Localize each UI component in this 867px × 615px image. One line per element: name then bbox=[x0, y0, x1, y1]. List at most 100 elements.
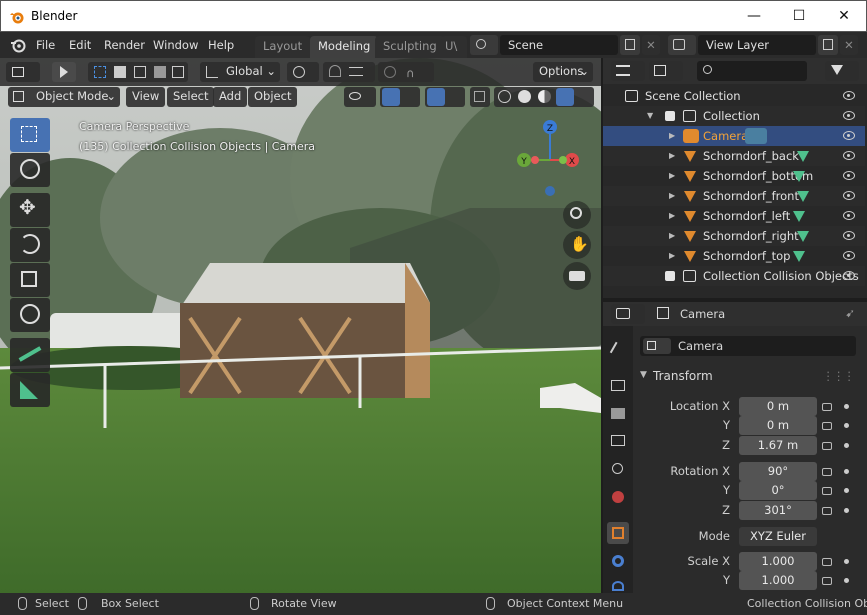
options-dropdown[interactable]: Options ⌄ bbox=[533, 62, 593, 82]
expand-arrow-icon[interactable]: ▶ bbox=[669, 166, 675, 186]
rotation-mode-dropdown[interactable]: XYZ Euler bbox=[739, 527, 817, 546]
annotate-tool[interactable] bbox=[10, 338, 50, 372]
outliner-row[interactable]: ▼ Collection bbox=[603, 106, 865, 126]
outliner-editor-type-button[interactable] bbox=[611, 61, 645, 81]
transform-tool[interactable] bbox=[10, 298, 50, 332]
keyframe-dot-icon[interactable] bbox=[844, 404, 849, 409]
lock-icon[interactable] bbox=[822, 558, 832, 566]
mesh-data-icon[interactable] bbox=[797, 191, 809, 202]
menu-view[interactable]: View bbox=[126, 87, 166, 107]
keyframe-dot-icon[interactable] bbox=[844, 488, 849, 493]
outliner-search-input[interactable] bbox=[697, 61, 807, 81]
property-value-field[interactable]: 0 m bbox=[739, 416, 817, 435]
outliner-row[interactable]: Scene Collection bbox=[603, 86, 865, 106]
property-value-field[interactable]: 0 m bbox=[739, 397, 817, 416]
mesh-data-icon[interactable] bbox=[797, 231, 809, 242]
outliner-row[interactable]: ▶ Schorndorf_right bbox=[603, 226, 865, 246]
mesh-data-icon[interactable] bbox=[793, 211, 805, 222]
keyframe-dot-icon[interactable] bbox=[844, 469, 849, 474]
pivot-point-dropdown[interactable] bbox=[287, 62, 319, 82]
close-button[interactable]: ✕ bbox=[821, 1, 867, 31]
navigation-gizmo[interactable]: Z X Y bbox=[505, 115, 595, 205]
mode-dropdown[interactable]: Object Mode ⌄ bbox=[8, 87, 120, 107]
eye-icon[interactable] bbox=[843, 191, 855, 200]
shading-mode-buttons[interactable] bbox=[494, 87, 594, 107]
viewlayer-name-field[interactable]: View Layer bbox=[698, 35, 816, 55]
visibility-dropdown[interactable] bbox=[344, 87, 376, 107]
menu-select[interactable]: Select bbox=[167, 87, 215, 107]
measure-tool[interactable] bbox=[10, 373, 50, 407]
menu-file[interactable]: File bbox=[36, 38, 55, 52]
lock-icon[interactable] bbox=[822, 422, 832, 430]
outliner-row[interactable]: ▶ Schorndorf_bottom bbox=[603, 166, 865, 186]
outliner-row[interactable]: ▶ Schorndorf_top bbox=[603, 246, 865, 266]
eye-icon[interactable] bbox=[843, 231, 855, 240]
transform-panel-header[interactable]: ▼ Transform ⋮⋮⋮ bbox=[634, 366, 862, 388]
property-value-field[interactable]: 90° bbox=[739, 462, 817, 481]
eye-icon[interactable] bbox=[843, 91, 855, 100]
expand-arrow-icon[interactable]: ▶ bbox=[669, 126, 675, 146]
scene-name-field[interactable]: Scene bbox=[500, 35, 618, 55]
mesh-data-icon[interactable] bbox=[793, 171, 805, 182]
outliner-row[interactable]: ▶ Schorndorf_left bbox=[603, 206, 865, 226]
tab-render[interactable] bbox=[607, 375, 629, 397]
tab-tool[interactable] bbox=[607, 340, 629, 362]
outliner-row[interactable]: ▶ Schorndorf_back bbox=[603, 146, 865, 166]
drag-handle-icon[interactable]: ⋮⋮⋮ bbox=[823, 369, 855, 383]
property-value-field[interactable]: 1.67 m bbox=[739, 436, 817, 455]
expand-arrow-icon[interactable]: ▶ bbox=[669, 186, 675, 206]
display-mode-dropdown[interactable] bbox=[649, 61, 683, 81]
minimize-button[interactable]: — bbox=[731, 1, 777, 31]
overlays-toggle[interactable] bbox=[425, 87, 465, 107]
new-scene-button[interactable] bbox=[620, 35, 640, 55]
delete-viewlayer-button[interactable]: ✕ bbox=[840, 35, 858, 55]
eye-icon[interactable] bbox=[843, 211, 855, 220]
eye-icon[interactable] bbox=[843, 171, 855, 180]
keyframe-dot-icon[interactable] bbox=[844, 423, 849, 428]
outliner-row[interactable]: Collection Collision Objects bbox=[603, 266, 865, 286]
delete-scene-button[interactable]: ✕ bbox=[642, 35, 660, 55]
new-viewlayer-button[interactable] bbox=[818, 35, 838, 55]
eye-icon[interactable] bbox=[843, 151, 855, 160]
mesh-data-icon[interactable] bbox=[793, 251, 805, 262]
editor-type-button[interactable] bbox=[6, 62, 40, 82]
tab-layout[interactable]: Layout bbox=[255, 36, 311, 58]
tab-sculpting[interactable]: Sculpting bbox=[375, 36, 445, 58]
move-tool[interactable]: ✥ bbox=[10, 193, 50, 227]
scene-browse-button[interactable] bbox=[470, 35, 498, 55]
keyframe-dot-icon[interactable] bbox=[844, 578, 849, 583]
eye-icon[interactable] bbox=[843, 111, 855, 120]
menu-object[interactable]: Object bbox=[248, 87, 298, 107]
checkbox-checked-icon[interactable] bbox=[665, 111, 675, 121]
proportional-editing-controls[interactable]: ∩ bbox=[378, 62, 434, 82]
eye-icon[interactable] bbox=[843, 271, 855, 280]
mesh-data-icon[interactable] bbox=[797, 151, 809, 162]
select-tool-button[interactable] bbox=[52, 62, 76, 82]
property-value-field[interactable]: 1.000 bbox=[739, 571, 817, 590]
lock-icon[interactable] bbox=[822, 487, 832, 495]
gizmo-toggle[interactable] bbox=[380, 87, 420, 107]
lock-icon[interactable] bbox=[822, 403, 832, 411]
eye-icon[interactable] bbox=[843, 251, 855, 260]
checkbox-checked-icon[interactable] bbox=[665, 271, 675, 281]
transform-orientation-dropdown[interactable]: Global ⌄ bbox=[200, 62, 280, 82]
xray-toggle[interactable] bbox=[470, 87, 490, 107]
expand-arrow-icon[interactable]: ▶ bbox=[669, 246, 675, 266]
object-name-field[interactable]: Camera bbox=[640, 336, 856, 356]
outliner-row[interactable]: ▶ Schorndorf_front bbox=[603, 186, 865, 206]
snapping-controls[interactable] bbox=[323, 62, 375, 82]
object-browse-button[interactable] bbox=[643, 338, 671, 354]
menu-help[interactable]: Help bbox=[208, 38, 234, 52]
maximize-button[interactable]: ☐ bbox=[776, 1, 822, 31]
camera-view-button[interactable] bbox=[563, 262, 591, 290]
property-value-field[interactable]: 1.000 bbox=[739, 552, 817, 571]
viewlayer-browse-button[interactable] bbox=[668, 35, 696, 55]
expand-arrow-icon[interactable]: ▶ bbox=[669, 206, 675, 226]
keyframe-dot-icon[interactable] bbox=[844, 443, 849, 448]
cursor-tool[interactable] bbox=[10, 153, 50, 187]
select-box-tool[interactable] bbox=[10, 118, 50, 152]
keyframe-dot-icon[interactable] bbox=[844, 559, 849, 564]
lock-icon[interactable] bbox=[822, 442, 832, 450]
menu-render[interactable]: Render bbox=[104, 38, 145, 52]
menu-edit[interactable]: Edit bbox=[69, 38, 91, 52]
